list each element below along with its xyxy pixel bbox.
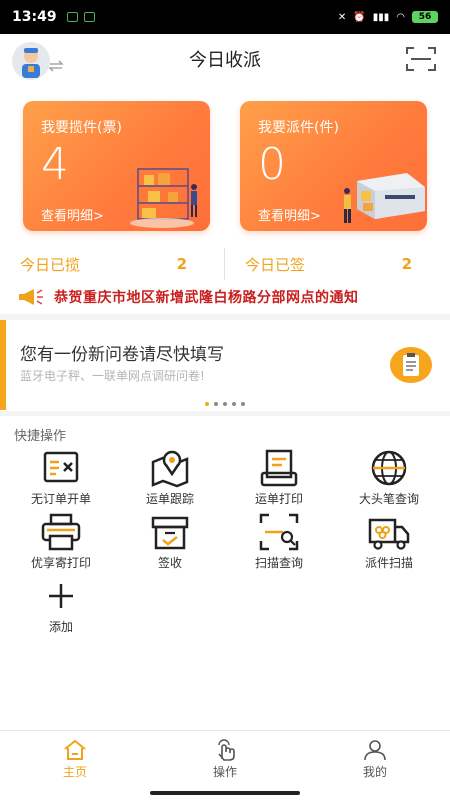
action-marker-query[interactable]: 大头笔查询 — [333, 448, 445, 507]
carousel-dot — [223, 402, 227, 406]
avatar[interactable] — [12, 42, 50, 80]
nav-profile-label: 我的 — [362, 765, 387, 779]
nav-profile[interactable]: 我的 — [300, 731, 450, 786]
delivery-card-title: 我要派件(件) — [258, 120, 339, 136]
action-add[interactable]: 添加 — [5, 576, 117, 635]
battery-icon: 56 — [412, 11, 438, 23]
home-indicator[interactable] — [150, 791, 300, 795]
bottom-nav: 主页 操作 我的 — [0, 730, 450, 786]
home-icon — [64, 739, 86, 760]
action-label: 无订单开单 — [30, 492, 91, 506]
notification-icons — [66, 12, 95, 22]
survey-clipboard-icon — [390, 347, 432, 383]
truck-illustration — [344, 173, 425, 223]
action-label: 派件扫描 — [364, 556, 413, 570]
action-label: 优享寄打印 — [30, 556, 91, 570]
notice-bar[interactable]: 恭贺重庆市地区新增武隆白杨路分部网点的通知 — [0, 286, 450, 308]
delivery-card[interactable]: 我要派件(件) 0 查看明细> — [240, 101, 427, 231]
carousel-dot — [232, 402, 236, 406]
delivery-count: 0 — [258, 139, 286, 190]
status-right-icons: ✕ ⏰ ▮▮▮ ◠ 56 — [338, 11, 438, 23]
status-time: 13:49 — [12, 9, 57, 25]
action-label: 添加 — [48, 620, 73, 634]
stat-picked-up[interactable]: 今日已揽 2 — [0, 254, 225, 275]
survey-accent-bar — [0, 320, 6, 410]
notice-text: 恭贺重庆市地区新增武隆白杨路分部网点的通知 — [54, 290, 359, 306]
nav-operations-label: 操作 — [212, 765, 237, 779]
pickup-count: 4 — [41, 139, 69, 190]
action-track-waybill[interactable]: 运单跟踪 — [114, 448, 226, 507]
status-bar: 13:49 ✕ ⏰ ▮▮▮ ◠ 56 — [0, 0, 450, 34]
action-cancel-order[interactable]: 无订单开单 — [5, 448, 117, 507]
quick-actions-title: 快捷操作 — [14, 429, 67, 444]
stat-picked-up-label: 今日已揽 — [20, 255, 81, 274]
action-label: 运单跟踪 — [145, 492, 194, 506]
action-delivery-scan[interactable]: 派件扫描 — [333, 512, 445, 571]
action-label: 扫描查询 — [254, 556, 303, 570]
delivery-detail-link[interactable]: 查看明细> — [258, 205, 321, 224]
wifi-icon: ◠ — [396, 11, 405, 23]
carousel-dot — [241, 402, 245, 406]
carousel-dot — [205, 402, 209, 406]
action-premium-print[interactable]: 优享寄打印 — [5, 512, 117, 571]
stats-divider — [224, 248, 225, 280]
swap-icon[interactable] — [48, 60, 64, 72]
plus-icon — [49, 584, 73, 608]
stat-picked-up-value: 2 — [176, 255, 187, 273]
action-print-waybill[interactable]: 运单打印 — [223, 448, 335, 507]
action-label: 签收 — [157, 556, 182, 570]
nav-home-label: 主页 — [62, 765, 87, 779]
mute-icon: ✕ — [337, 11, 347, 23]
section-divider — [0, 411, 450, 416]
action-scan-query[interactable]: 扫描查询 — [223, 512, 335, 571]
user-icon — [364, 740, 386, 761]
survey-subtitle: 蓝牙电子秤、一联单网点调研问卷! — [20, 369, 205, 383]
cancel-order-icon — [43, 451, 79, 483]
signal-icon: ▮▮▮ — [372, 11, 390, 23]
survey-title: 您有一份新问卷请尽快填写 — [20, 345, 224, 365]
scan-icon[interactable] — [406, 46, 436, 72]
pickup-card-title: 我要揽件(票) — [41, 120, 122, 136]
map-pin-icon — [151, 450, 189, 488]
stat-signed-value: 2 — [401, 255, 412, 273]
printer-icon — [41, 513, 81, 551]
nav-home[interactable]: 主页 — [0, 731, 150, 786]
carousel-dot — [214, 402, 218, 406]
scan-search-icon — [259, 513, 299, 551]
hand-tap-icon — [218, 739, 235, 761]
print-icon — [260, 449, 298, 487]
stat-signed-label: 今日已签 — [245, 255, 306, 274]
action-label: 运单打印 — [254, 492, 303, 506]
header: 今日收派 — [0, 34, 450, 84]
pickup-card[interactable]: 我要揽件(票) 4 查看明细> — [23, 101, 210, 231]
page-title: 今日收派 — [189, 50, 261, 71]
stat-signed[interactable]: 今日已签 2 — [225, 254, 450, 275]
megaphone-icon — [19, 289, 43, 305]
today-stats: 今日已揽 2 今日已签 2 — [0, 244, 450, 284]
nav-operations[interactable]: 操作 — [150, 731, 300, 786]
globe-icon — [371, 450, 407, 486]
pickup-detail-link[interactable]: 查看明细> — [41, 205, 104, 224]
alarm-icon: ⏰ — [353, 11, 366, 23]
delivery-truck-icon — [368, 518, 410, 550]
action-label: 大头笔查询 — [358, 492, 419, 506]
warehouse-illustration — [130, 168, 197, 228]
survey-banner[interactable]: 您有一份新问卷请尽快填写 蓝牙电子秤、一联单网点调研问卷! — [0, 320, 450, 410]
action-sign[interactable]: 签收 — [114, 512, 226, 571]
carousel-dots — [0, 402, 450, 406]
box-check-icon — [151, 516, 189, 550]
